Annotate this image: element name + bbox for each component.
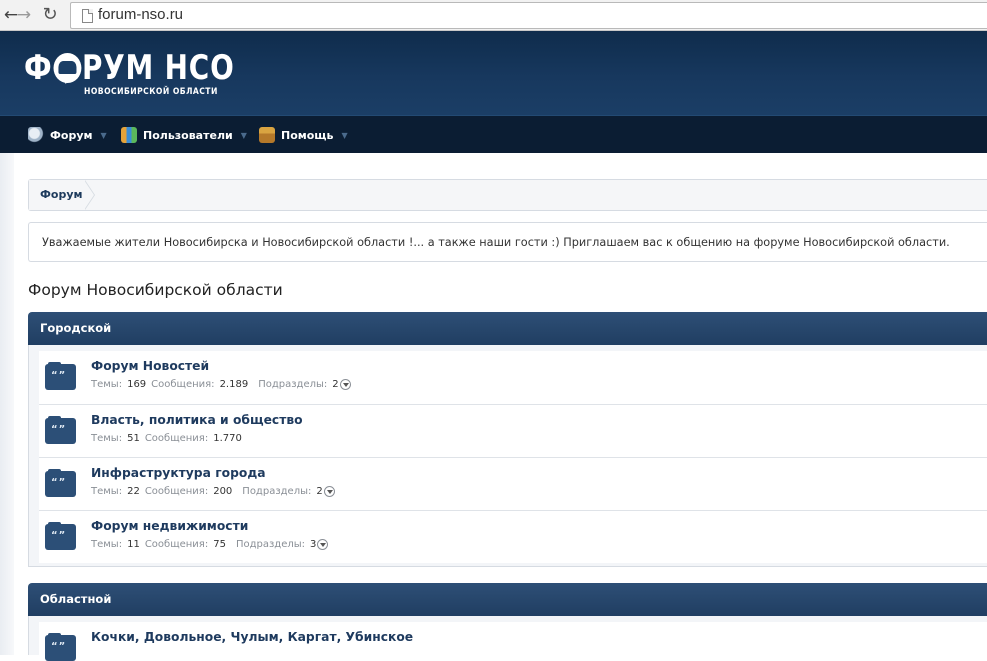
address-bar[interactable]: forum-nso.ru xyxy=(70,2,987,29)
subforums-label: Подразделы: xyxy=(235,539,306,550)
logo-subtitle: НОВОСИБИРСКОЙ ОБЛАСТИ xyxy=(84,87,218,97)
notice-banner: Уважаемые жители Новосибирска и Новосиби… xyxy=(28,222,987,262)
messages-count: 1.770 xyxy=(213,433,242,444)
threads-count: 11 xyxy=(127,539,140,550)
threads-count: 169 xyxy=(127,379,147,390)
messages-count: 75 xyxy=(213,539,226,550)
reload-icon[interactable]: ↻ xyxy=(39,4,61,26)
tab-users-label: Пользователи xyxy=(143,128,233,142)
url-text[interactable]: forum-nso.ru xyxy=(98,6,183,23)
messages-count: 200 xyxy=(213,486,233,497)
forum-node-icon xyxy=(45,362,76,390)
help-icon xyxy=(259,127,275,143)
messages-label: Сообщения: xyxy=(144,433,209,444)
forum-node-icon xyxy=(45,469,76,497)
logo-title: Ф РУМ НСО xyxy=(24,49,235,87)
forum-node-stats: Темы: 22 Сообщения: 200 Подразделы: 2 xyxy=(91,486,335,497)
threads-count: 51 xyxy=(127,433,140,444)
dropdown-arrow-icon[interactable] xyxy=(323,486,335,497)
messages-label: Сообщения: xyxy=(144,486,209,497)
messages-count: 2.189 xyxy=(219,379,249,390)
tab-help[interactable]: Помощь ▼ xyxy=(259,116,348,154)
chevron-down-icon[interactable]: ▼ xyxy=(101,131,107,140)
forum-node: Кочки, Довольное, Чулым, Каргат, Убинско… xyxy=(39,622,987,661)
forum-node-title[interactable]: Власть, политика и общество xyxy=(91,413,303,427)
breadcrumb-separator-inner xyxy=(84,180,94,210)
chevron-down-icon[interactable]: ▼ xyxy=(341,131,347,140)
messages-label: Сообщения: xyxy=(151,379,215,390)
tab-help-label: Помощь xyxy=(281,128,334,142)
messages-label: Сообщения: xyxy=(144,539,209,550)
chat-bubble-icon xyxy=(53,53,82,84)
forum-node-icon xyxy=(45,416,76,444)
main-navbar: Форум ▼ Пользователи ▼ Помощь ▼ xyxy=(0,115,987,153)
category-body-gorodskoy: Форум Новостей Темы: 169 Сообщения: 2.18… xyxy=(28,345,987,567)
forum-node-title[interactable]: Форум Новостей xyxy=(91,359,209,373)
threads-count: 22 xyxy=(127,486,140,497)
subforums-label: Подразделы: xyxy=(258,379,328,390)
page-title: Форум Новосибирской области xyxy=(28,281,283,299)
left-rail xyxy=(0,153,14,655)
forum-node-icon xyxy=(45,633,76,661)
forum-node-title[interactable]: Форум недвижимости xyxy=(91,519,248,533)
forum-node: Инфраструктура города Темы: 22 Сообщения… xyxy=(39,457,987,510)
subforums-label: Подразделы: xyxy=(242,486,312,497)
forum-node: Форум недвижимости Темы: 11 Сообщения: 7… xyxy=(39,510,987,563)
subforums-count: 2 xyxy=(332,379,339,390)
tab-forum-label: Форум xyxy=(50,128,93,142)
site-header: Ф РУМ НСО НОВОСИБИРСКОЙ ОБЛАСТИ xyxy=(0,31,987,115)
chevron-down-icon[interactable]: ▼ xyxy=(241,131,247,140)
forum-node-title[interactable]: Кочки, Довольное, Чулым, Каргат, Убинско… xyxy=(91,630,413,644)
threads-label: Темы: xyxy=(91,433,123,444)
dropdown-arrow-icon[interactable] xyxy=(339,379,351,390)
forum-icon xyxy=(28,127,44,143)
logo-title-left: Ф xyxy=(24,48,53,88)
category-header-gorodskoy[interactable]: Городской xyxy=(28,312,987,345)
subforums-count: 3 xyxy=(310,539,317,550)
page-icon xyxy=(82,9,93,23)
browser-toolbar: ← → ↻ forum-nso.ru xyxy=(0,0,987,31)
forum-node-stats: Темы: 169 Сообщения: 2.189 Подразделы: 2 xyxy=(91,379,351,390)
threads-label: Темы: xyxy=(91,486,123,497)
category-body-oblastnoy: Кочки, Довольное, Чулым, Каргат, Убинско… xyxy=(28,616,987,661)
forum-node: Власть, политика и общество Темы: 51 Соо… xyxy=(39,404,987,457)
forum-node-stats: Темы: 51 Сообщения: 1.770 xyxy=(91,433,242,444)
tab-users[interactable]: Пользователи ▼ xyxy=(121,116,247,154)
forum-node-icon xyxy=(45,522,76,550)
forward-arrow-icon[interactable]: → xyxy=(13,4,35,26)
logo-title-right: РУМ НСО xyxy=(81,48,235,88)
threads-label: Темы: xyxy=(91,539,123,550)
forum-node-stats: Темы: 11 Сообщения: 75 Подразделы: 3 xyxy=(91,539,329,550)
breadcrumb: Форум xyxy=(28,179,987,211)
dropdown-arrow-icon[interactable] xyxy=(317,539,329,550)
forum-node: Форум Новостей Темы: 169 Сообщения: 2.18… xyxy=(39,351,987,404)
site-logo[interactable]: Ф РУМ НСО НОВОСИБИРСКОЙ ОБЛАСТИ xyxy=(24,49,281,97)
users-icon xyxy=(121,127,137,143)
forum-node-title[interactable]: Инфраструктура города xyxy=(91,466,266,480)
threads-label: Темы: xyxy=(91,379,123,390)
subforums-count: 2 xyxy=(316,486,323,497)
tab-forum[interactable]: Форум ▼ xyxy=(28,116,107,154)
category-header-oblastnoy[interactable]: Областной xyxy=(28,583,987,616)
